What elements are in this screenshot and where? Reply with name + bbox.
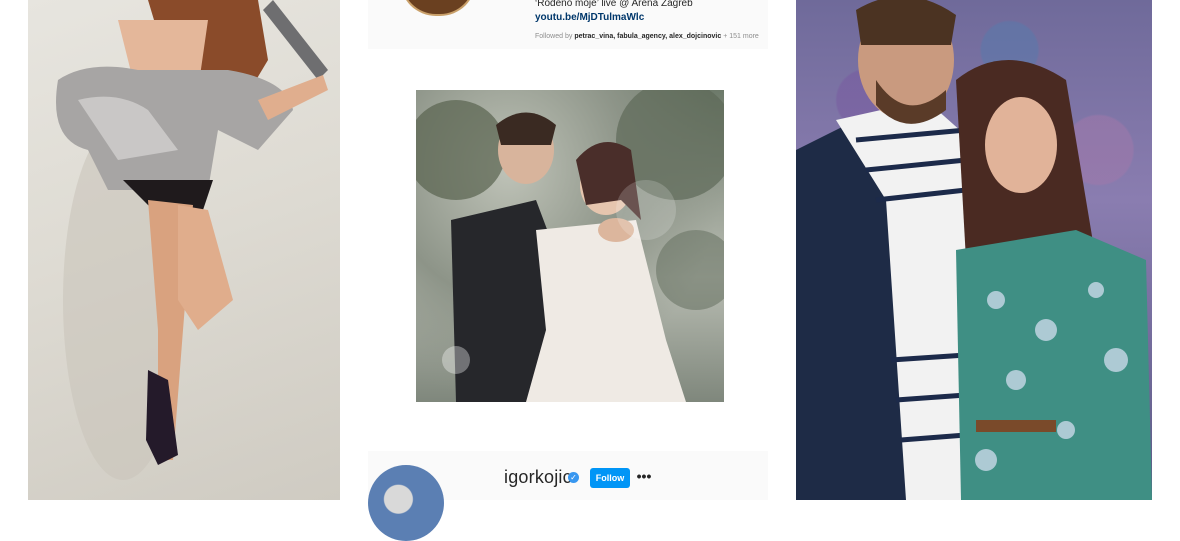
right-photo-illustration bbox=[796, 0, 1152, 500]
follow-button[interactable]: Follow bbox=[590, 468, 630, 488]
instagram-profile-header-top: ‘Rođeno moje’ live @ Arena Zagreb youtu.… bbox=[368, 0, 768, 49]
profile-avatar-partial bbox=[400, 0, 476, 16]
bio-link[interactable]: youtu.be/MjDTulmaWlc bbox=[535, 12, 644, 23]
left-photo bbox=[28, 0, 340, 500]
followed-by-prefix: Followed by bbox=[535, 33, 573, 40]
wedding-photo bbox=[416, 90, 724, 402]
instagram-collage-column: ‘Rođeno moje’ live @ Arena Zagreb youtu.… bbox=[368, 0, 768, 541]
profile-avatar[interactable] bbox=[368, 465, 444, 541]
left-photo-illustration bbox=[56, 0, 328, 480]
bio-text: ‘Rođeno moje’ live @ Arena Zagreb bbox=[535, 0, 693, 9]
followed-by-more[interactable]: + 151 more bbox=[723, 33, 759, 40]
profile-username: igorkojic bbox=[504, 467, 572, 487]
more-options-icon[interactable]: ••• bbox=[636, 466, 652, 486]
right-photo bbox=[796, 0, 1152, 500]
followed-by-text: Followed by petrac_vina, fabula_agency, … bbox=[535, 33, 759, 40]
followed-by-names[interactable]: petrac_vina, fabula_agency, alex_dojcino… bbox=[574, 33, 721, 40]
instagram-profile-header-bottom: igorkojic ✓ Follow ••• bbox=[368, 451, 768, 541]
verified-badge-icon: ✓ bbox=[568, 472, 579, 483]
wedding-photo-illustration bbox=[416, 90, 724, 402]
